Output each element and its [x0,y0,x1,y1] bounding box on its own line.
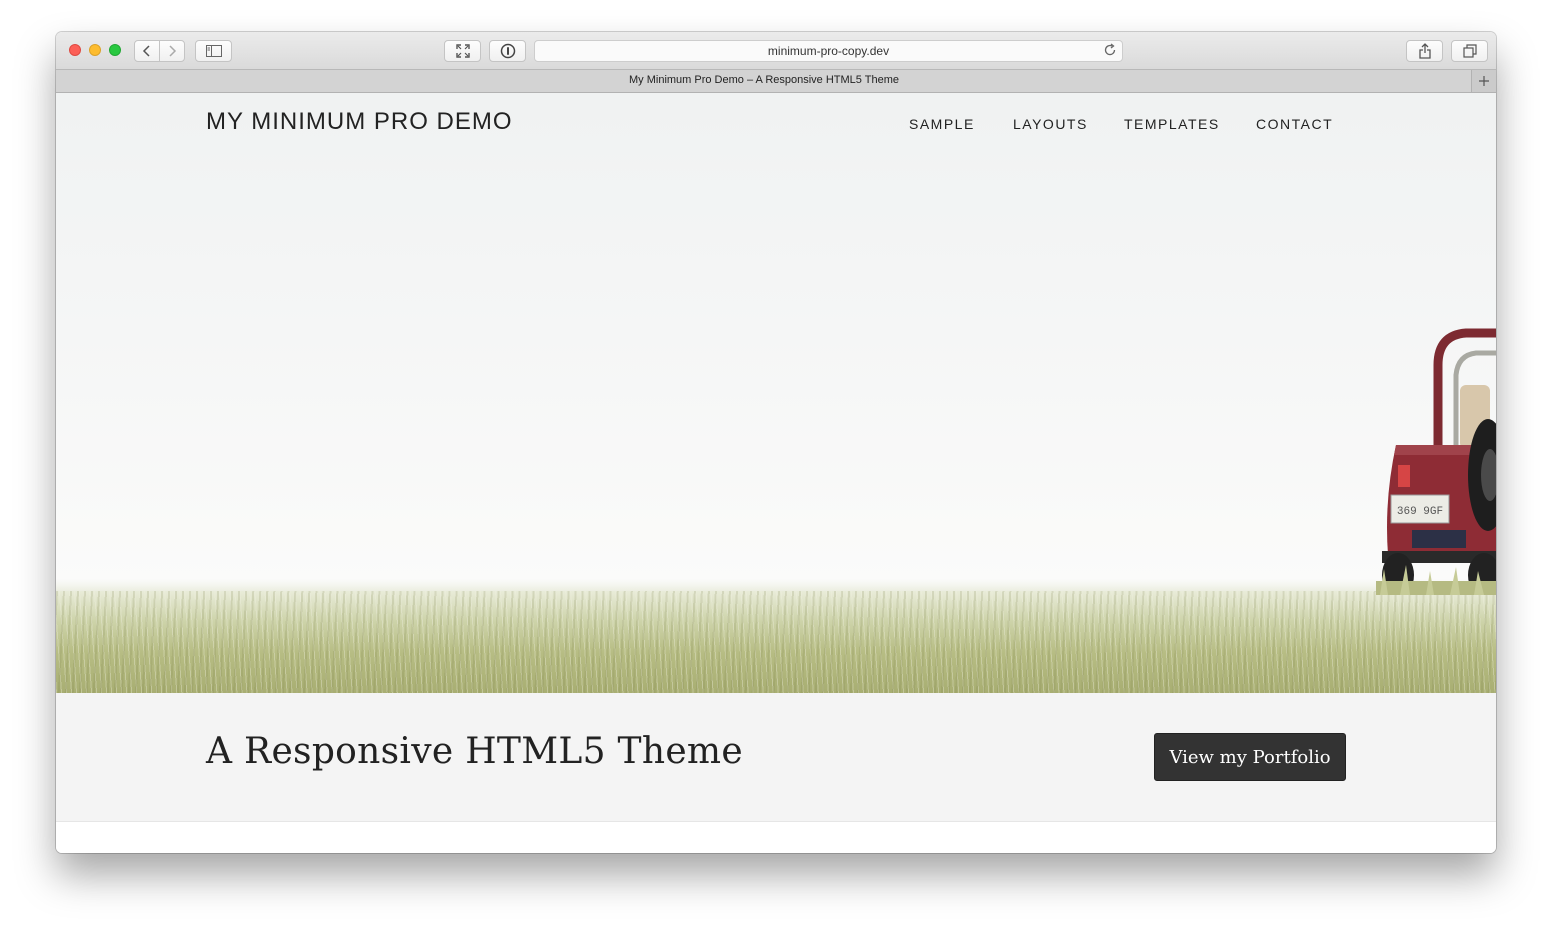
password-icon [500,43,515,59]
reload-button[interactable] [1103,43,1117,62]
password-manager-button[interactable] [489,40,526,62]
license-plate-text: 369 9GF [1397,506,1443,518]
sidebar-button[interactable] [195,40,232,62]
grass-field [56,591,1496,693]
close-window-button[interactable] [69,44,81,56]
fullscreen-icon [455,44,470,58]
back-arrow-icon [142,45,150,57]
address-bar[interactable]: minimum-pro-copy.dev [534,40,1123,62]
nav-item-sample[interactable]: SAMPLE [909,116,975,132]
primary-navigation: SAMPLE LAYOUTS TEMPLATES CONTACT [56,116,1496,136]
reload-icon [1104,43,1116,56]
share-button[interactable] [1406,40,1443,62]
back-button[interactable] [134,40,160,62]
view-portfolio-button[interactable]: View my Portfolio [1154,733,1346,781]
browser-window: minimum-pro-copy.dev My Minimum Pro Demo… [56,32,1496,853]
browser-toolbar: minimum-pro-copy.dev [56,32,1496,70]
nav-item-contact[interactable]: CONTACT [1256,116,1333,132]
forward-arrow-icon [169,45,177,57]
new-tab-button[interactable] [1471,70,1496,92]
zoom-window-button[interactable] [109,44,121,56]
site-tagline: A Responsive HTML5 Theme [206,731,743,772]
nav-item-templates[interactable]: TEMPLATES [1124,116,1220,132]
url-text: minimum-pro-copy.dev [767,44,890,58]
nav-item-layouts[interactable]: LAYOUTS [1013,116,1088,132]
hero-image: 369 9GF MY MINIMUM PRO DEMO SAMPLE LAYOU… [56,93,1496,693]
tagline-band: A Responsive HTML5 Theme View my Portfol… [56,693,1496,822]
share-icon [1418,43,1431,59]
plus-icon [1479,76,1489,86]
jeep-image: 369 9GF [1376,328,1496,595]
tabs-overview-icon [1462,44,1477,58]
sidebar-icon [205,45,222,57]
tab-bar: My Minimum Pro Demo – A Responsive HTML5… [56,70,1496,93]
tabs-overview-button[interactable] [1451,40,1488,62]
fullscreen-button[interactable] [444,40,481,62]
page-content-start [56,822,1496,853]
web-page: 369 9GF MY MINIMUM PRO DEMO SAMPLE LAYOU… [56,93,1496,853]
active-tab[interactable]: My Minimum Pro Demo – A Responsive HTML5… [56,74,1472,86]
forward-button[interactable] [159,40,185,62]
minimize-window-button[interactable] [89,44,101,56]
